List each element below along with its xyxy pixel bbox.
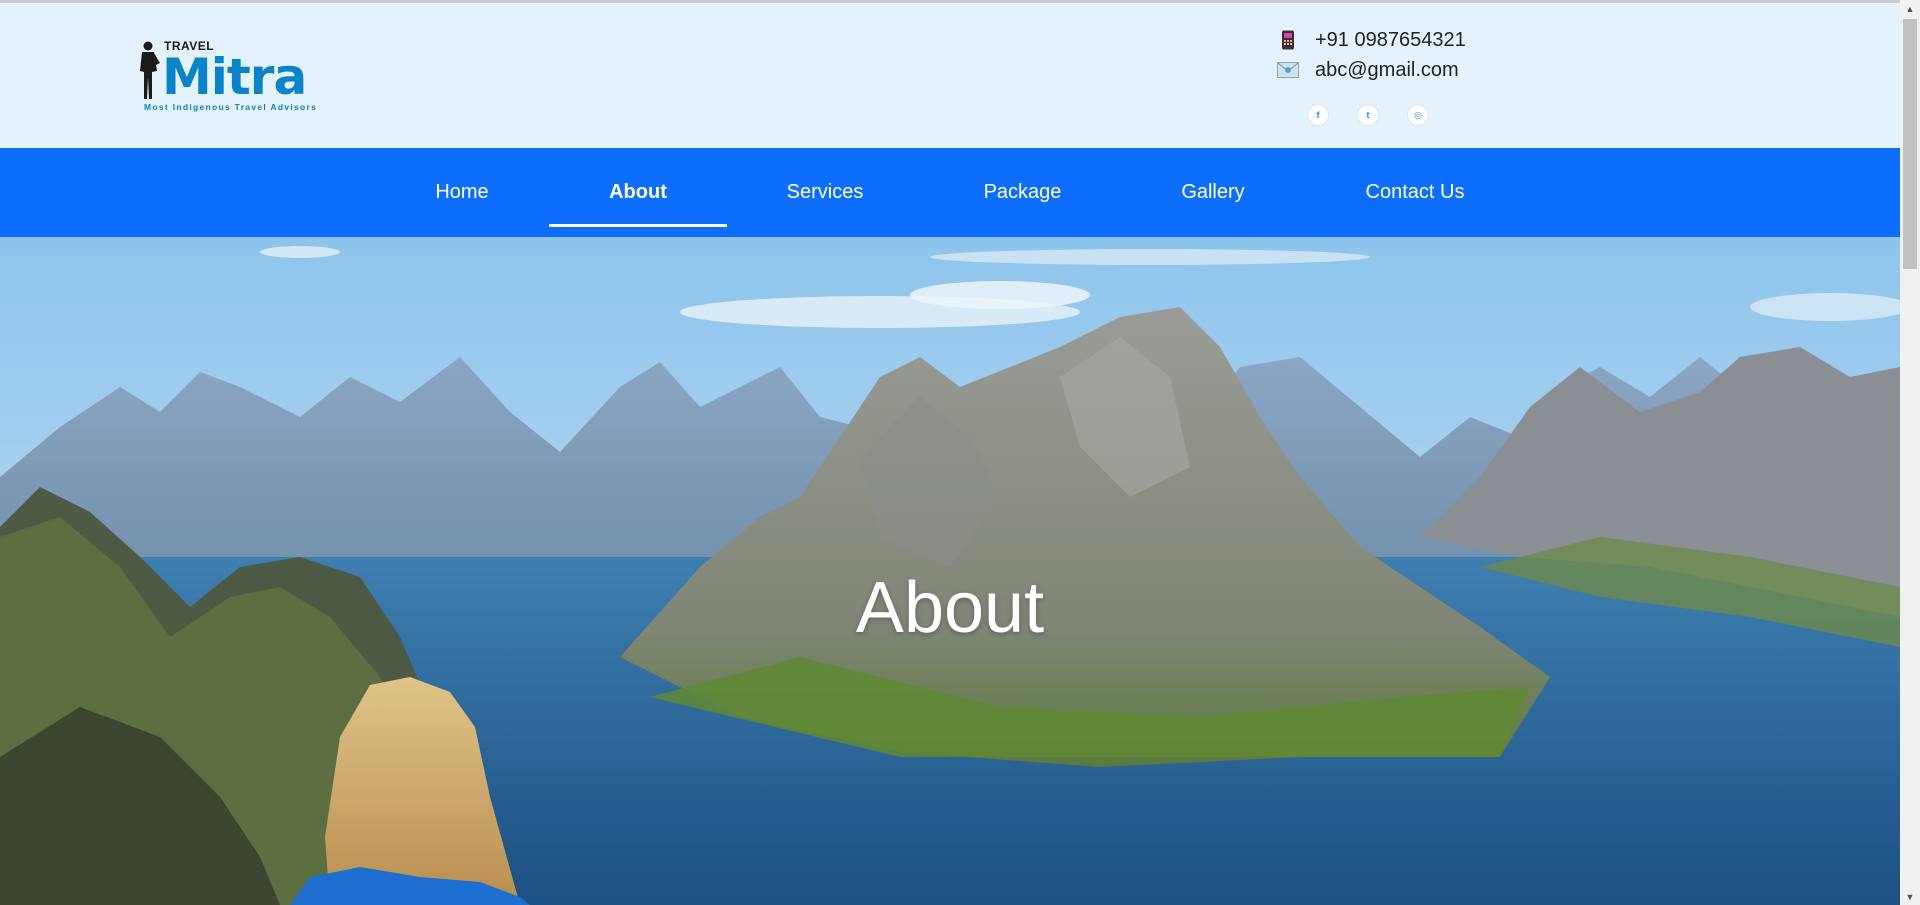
nav-contact-us[interactable]: Contact Us [1335, 148, 1495, 237]
logo[interactable]: TRAVEL Mitra Most Indigenous Travel Advi… [138, 37, 330, 117]
active-nav-indicator [549, 224, 727, 227]
vertical-scrollbar[interactable]: ▲ ▼ [1900, 0, 1920, 905]
main-nav: Home About Services Package Gallery Cont… [0, 148, 1900, 237]
hero-title: About [855, 568, 1045, 648]
envelope-icon [1275, 62, 1301, 78]
mobile-phone-icon [1275, 30, 1301, 50]
businessman-icon [140, 41, 160, 99]
scroll-up-arrow-icon[interactable]: ▲ [1900, 0, 1920, 17]
nav-services[interactable]: Services [760, 148, 890, 237]
logo-brand-text: Mitra [162, 48, 307, 106]
contact-info: +91 0987654321 abc@gmail.com [1275, 25, 1475, 85]
nav-package[interactable]: Package [955, 148, 1090, 237]
twitter-icon[interactable]: t [1357, 104, 1379, 126]
phone-row[interactable]: +91 0987654321 [1275, 25, 1475, 55]
phone-number[interactable]: +91 0987654321 [1315, 29, 1466, 52]
instagram-icon[interactable]: ◎ [1407, 104, 1429, 126]
email-address[interactable]: abc@gmail.com [1315, 59, 1459, 82]
page: TRAVEL Mitra Most Indigenous Travel Advi… [0, 0, 1900, 905]
scrollbar-thumb[interactable] [1903, 19, 1917, 269]
scroll-down-arrow-icon[interactable]: ▼ [1900, 888, 1920, 905]
social-links: f t ◎ [1307, 104, 1429, 126]
email-row[interactable]: abc@gmail.com [1275, 55, 1475, 85]
nav-home[interactable]: Home [400, 148, 524, 237]
logo-tagline: Most Indigenous Travel Advisors [144, 102, 318, 112]
hero-banner: About [0, 237, 1900, 905]
nav-gallery[interactable]: Gallery [1150, 148, 1276, 237]
site-header: TRAVEL Mitra Most Indigenous Travel Advi… [0, 3, 1900, 148]
facebook-icon[interactable]: f [1307, 104, 1329, 126]
